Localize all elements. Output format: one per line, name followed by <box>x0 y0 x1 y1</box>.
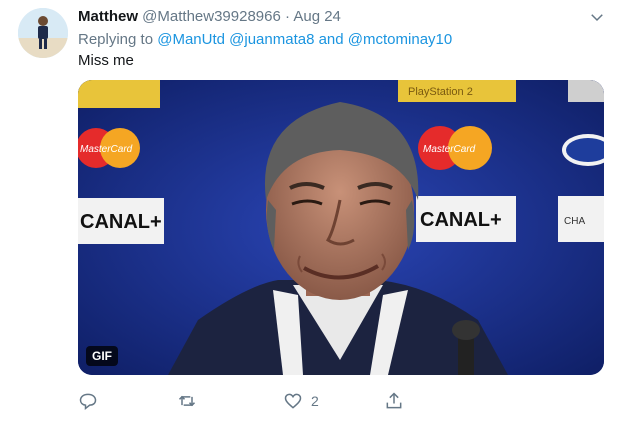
retweet-button[interactable] <box>176 390 198 412</box>
like-count: 2 <box>311 393 319 409</box>
tweet-text: Miss me <box>78 52 134 69</box>
separator-dot: · <box>285 8 290 25</box>
mastercard-logo-text: MasterCard <box>423 144 476 155</box>
mention-link[interactable]: @mctominay10 <box>348 31 452 48</box>
user-handle[interactable]: @Matthew39928966 <box>142 8 281 25</box>
avatar[interactable] <box>18 8 68 58</box>
and-word: and <box>318 31 344 48</box>
like-icon <box>284 393 302 409</box>
reply-icon <box>79 393 97 411</box>
playstation-banner-text: PlayStation 2 <box>408 86 473 98</box>
tweet-header: Matthew @Matthew39928966 · Aug 24 <box>78 8 341 25</box>
tweet-actions: 2 <box>78 390 478 414</box>
avatar-photo <box>18 8 68 58</box>
chevron-down-icon[interactable] <box>588 8 606 26</box>
display-name[interactable]: Matthew <box>78 8 138 25</box>
canal-logo-text: CANAL+ <box>420 209 502 231</box>
reply-button[interactable] <box>78 390 98 412</box>
gif-frame: PlayStation 2 MasterCard CANAL+ MasterCa… <box>78 80 604 375</box>
share-icon <box>386 392 402 409</box>
timestamp[interactable]: Aug 24 <box>293 8 341 25</box>
right-sign-text: CHA <box>564 216 585 227</box>
replying-prefix: Replying to <box>78 31 154 48</box>
mention-link[interactable]: @ManUtd <box>157 31 225 48</box>
like-button[interactable]: 2 <box>283 390 319 412</box>
retweet-icon <box>178 395 196 407</box>
replying-to-line: Replying to @ManUtd @juanmata8 and @mcto… <box>78 31 452 48</box>
gif-media[interactable]: PlayStation 2 MasterCard CANAL+ MasterCa… <box>78 80 604 375</box>
mastercard-logo-text: MasterCard <box>80 144 133 155</box>
mention-link[interactable]: @juanmata8 <box>229 31 314 48</box>
gif-badge: GIF <box>86 346 118 366</box>
share-button[interactable] <box>384 390 404 412</box>
canal-logo-text: CANAL+ <box>80 211 162 233</box>
tweet: Matthew @Matthew39928966 · Aug 24 Replyi… <box>0 0 620 421</box>
